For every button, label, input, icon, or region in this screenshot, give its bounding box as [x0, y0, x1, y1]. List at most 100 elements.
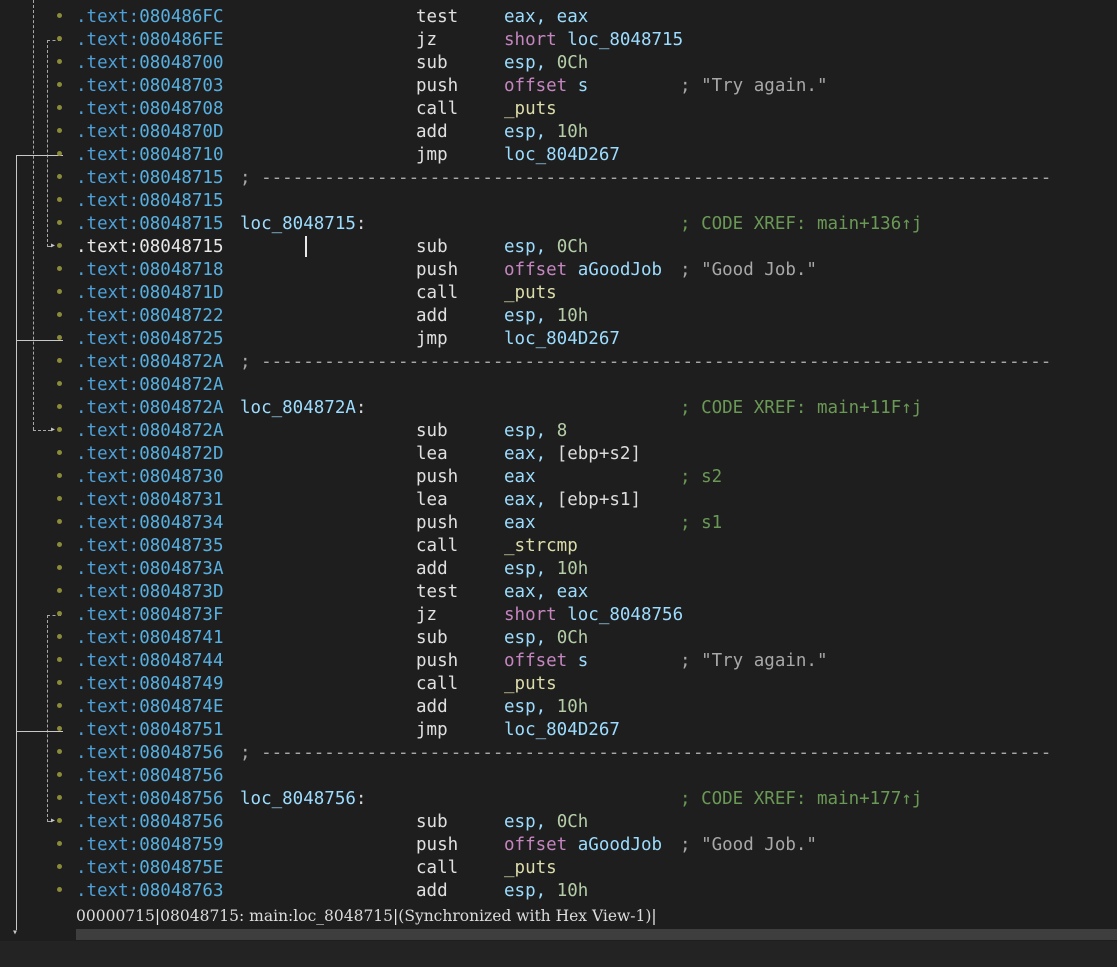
instruction-operands[interactable]: eax [504, 512, 536, 535]
operand-token[interactable]: _puts [504, 674, 557, 694]
instruction-mnemonic[interactable]: sub [416, 420, 448, 443]
disasm-line[interactable]: .text:08048700 sub esp, 0Ch [0, 52, 1117, 75]
instruction-mnemonic[interactable]: test [416, 6, 458, 29]
instruction-operands[interactable]: esp, 0Ch [504, 811, 588, 834]
line-address[interactable]: .text:08048715 [76, 213, 224, 236]
disasm-line[interactable]: .text:08048759 push offset aGoodJob ; "Good… [0, 834, 1117, 857]
disasm-line[interactable]: .text:08048710 jmp loc_804D267 [0, 144, 1117, 167]
disasm-line[interactable]: .text:0804872D lea eax, [ebp+s2] [0, 443, 1117, 466]
line-address[interactable]: .text:08048751 [76, 719, 224, 742]
line-address[interactable]: .text:08048756 [76, 788, 224, 811]
instruction-operands[interactable]: esp, 0Ch [504, 52, 588, 75]
breakpoint-dot-icon[interactable] [57, 289, 62, 294]
disasm-line[interactable]: .text:0804871D call _puts [0, 282, 1117, 305]
line-address[interactable]: .text:08048731 [76, 489, 224, 512]
instruction-mnemonic[interactable]: call [416, 673, 458, 696]
line-address[interactable]: .text:08048734 [76, 512, 224, 535]
line-address[interactable]: .text:08048730 [76, 466, 224, 489]
line-address[interactable]: .text:0804873D [76, 581, 224, 604]
code-label[interactable]: loc_804872A: [240, 397, 366, 420]
instruction-mnemonic[interactable]: call [416, 535, 458, 558]
line-address[interactable]: .text:08048715 [76, 190, 224, 213]
instruction-operands[interactable]: esp, 8 [504, 420, 567, 443]
operand-token[interactable]: loc_8048715 [567, 30, 683, 50]
line-address[interactable]: .text:0804872A [76, 374, 224, 397]
breakpoint-dot-icon[interactable] [57, 611, 62, 616]
instruction-mnemonic[interactable]: add [416, 558, 448, 581]
instruction-mnemonic[interactable]: push [416, 75, 458, 98]
breakpoint-dot-icon[interactable] [57, 266, 62, 271]
breakpoint-dot-icon[interactable] [57, 450, 62, 455]
disasm-line[interactable]: .text:08048715 ; ------------------------… [0, 167, 1117, 190]
breakpoint-dot-icon[interactable] [57, 404, 62, 409]
breakpoint-dot-icon[interactable] [57, 795, 62, 800]
line-address[interactable]: .text:08048756 [76, 742, 224, 765]
instruction-operands[interactable]: esp, 10h [504, 121, 588, 144]
instruction-mnemonic[interactable]: jz [416, 604, 437, 627]
instruction-mnemonic[interactable]: push [416, 834, 458, 857]
breakpoint-dot-icon[interactable] [57, 59, 62, 64]
line-address[interactable]: .text:0804872A [76, 397, 224, 420]
disasm-line[interactable]: .text:0804874E add esp, 10h [0, 696, 1117, 719]
disasm-line[interactable]: .text:08048708 call _puts [0, 98, 1117, 121]
line-address[interactable]: .text:08048759 [76, 834, 224, 857]
breakpoint-dot-icon[interactable] [57, 703, 62, 708]
disasm-line[interactable]: .text:0804872A [0, 374, 1117, 397]
breakpoint-dot-icon[interactable] [57, 312, 62, 317]
breakpoint-dot-icon[interactable] [57, 680, 62, 685]
operand-token[interactable]: loc_8048756 [567, 605, 683, 625]
instruction-operands[interactable]: loc_804D267 [504, 144, 620, 167]
instruction-mnemonic[interactable]: call [416, 857, 458, 880]
line-address[interactable]: .text:08048700 [76, 52, 224, 75]
disasm-line[interactable]: .text:08048749 call _puts [0, 673, 1117, 696]
instruction-mnemonic[interactable]: jmp [416, 719, 448, 742]
disasm-line[interactable]: .text:0804873A add esp, 10h [0, 558, 1117, 581]
line-address[interactable]: .text:0804871D [76, 282, 224, 305]
disasm-line[interactable]: .text:08048756 loc_8048756: ; CODE XREF: m… [0, 788, 1117, 811]
disassembly-view[interactable]: ▸ ▸ ▸ ▾ .text:080486FC test eax, eax .text:… [0, 0, 1117, 938]
disasm-line[interactable]: .text:08048725 jmp loc_804D267 [0, 328, 1117, 351]
breakpoint-dot-icon[interactable] [57, 726, 62, 731]
disasm-line[interactable]: .text:08048730 push eax ; s2 [0, 466, 1117, 489]
line-address[interactable]: .text:0804873F [76, 604, 224, 627]
instruction-operands[interactable]: eax, eax [504, 581, 588, 604]
disasm-line[interactable]: .text:08048763 add esp, 10h [0, 880, 1117, 903]
breakpoint-dot-icon[interactable] [57, 174, 62, 179]
instruction-operands[interactable]: loc_804D267 [504, 719, 620, 742]
instruction-mnemonic[interactable]: add [416, 121, 448, 144]
line-address[interactable]: .text:0804873A [76, 558, 224, 581]
instruction-mnemonic[interactable]: push [416, 650, 458, 673]
line-address[interactable]: .text:08048763 [76, 880, 224, 903]
instruction-operands[interactable]: esp, 10h [504, 558, 588, 581]
breakpoint-dot-icon[interactable] [57, 82, 62, 87]
operand-token[interactable]: aGoodJob [578, 260, 662, 280]
disasm-line[interactable]: .text:08048703 push offset s ; "Try again." [0, 75, 1117, 98]
operand-token[interactable]: s [578, 651, 589, 671]
disasm-line[interactable]: .text:0804870D add esp, 10h [0, 121, 1117, 144]
breakpoint-dot-icon[interactable] [57, 588, 62, 593]
line-address[interactable]: .text:08048756 [76, 811, 224, 834]
line-address[interactable]: .text:0804875E [76, 857, 224, 880]
breakpoint-dot-icon[interactable] [57, 657, 62, 662]
breakpoint-dot-icon[interactable] [57, 565, 62, 570]
instruction-mnemonic[interactable]: add [416, 696, 448, 719]
disasm-line[interactable]: .text:08048751 jmp loc_804D267 [0, 719, 1117, 742]
breakpoint-dot-icon[interactable] [57, 105, 62, 110]
breakpoint-dot-icon[interactable] [57, 634, 62, 639]
disasm-line[interactable]: .text:08048731 lea eax, [ebp+s1] [0, 489, 1117, 512]
disasm-line[interactable]: .text:0804875E call _puts [0, 857, 1117, 880]
line-address[interactable]: .text:08048749 [76, 673, 224, 696]
line-address[interactable]: .text:08048715 [76, 167, 224, 190]
operand-token[interactable]: loc_804D267 [504, 145, 620, 165]
line-address[interactable]: .text:0804870D [76, 121, 224, 144]
instruction-operands[interactable]: eax, [ebp+s1] [504, 489, 641, 512]
instruction-operands[interactable]: offset s [504, 650, 588, 673]
disasm-line[interactable]: .text:08048756 ; ------------------------… [0, 742, 1117, 765]
horizontal-scrollbar[interactable] [76, 929, 1117, 940]
operand-token[interactable]: loc_804D267 [504, 329, 620, 349]
instruction-operands[interactable]: esp, 0Ch [504, 627, 588, 650]
line-address[interactable]: .text:0804874E [76, 696, 224, 719]
instruction-mnemonic[interactable]: sub [416, 236, 448, 259]
breakpoint-dot-icon[interactable] [57, 197, 62, 202]
instruction-mnemonic[interactable]: lea [416, 443, 448, 466]
